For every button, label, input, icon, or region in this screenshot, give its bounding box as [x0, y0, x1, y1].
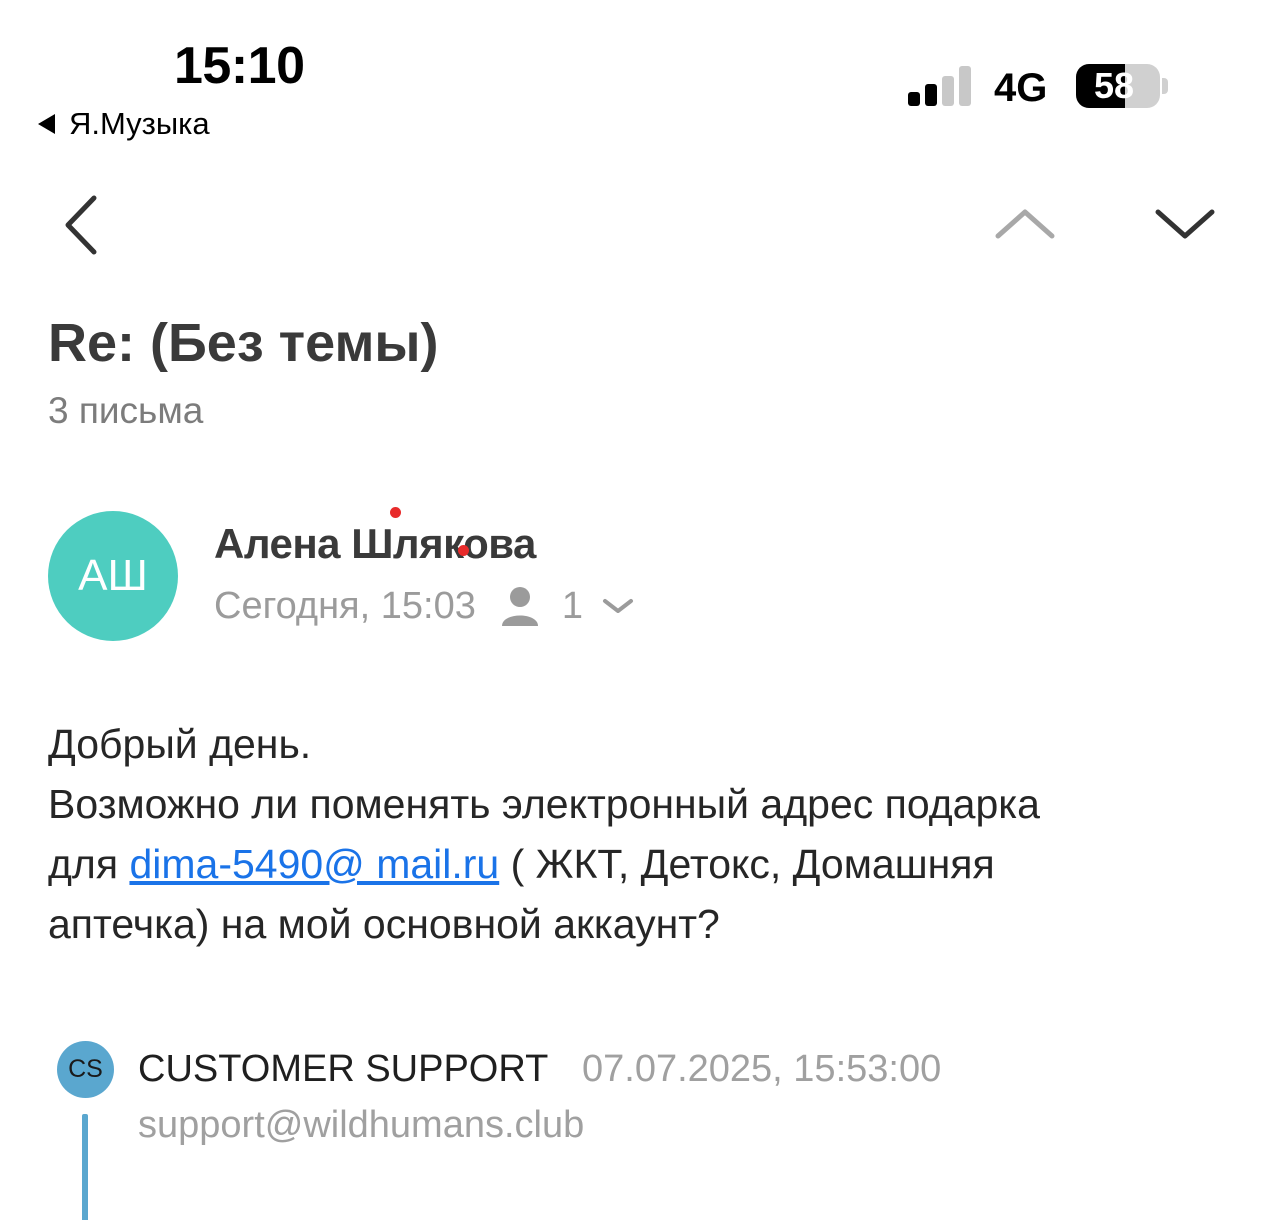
quote-bar: [82, 1114, 88, 1220]
avatar-initials: CS: [68, 1055, 103, 1083]
sender-name[interactable]: Алена Шлякова: [214, 520, 536, 568]
avatar-initials: АШ: [78, 551, 148, 600]
signal-strength-icon: [908, 66, 972, 106]
battery-icon: 58: [1076, 64, 1160, 108]
body-line: Добрый день.: [48, 721, 312, 767]
back-app-label: Я.Музыка: [69, 106, 210, 141]
chevron-left-icon[interactable]: [52, 190, 112, 260]
body-line: аптечка) на мой основной аккаунт?: [48, 901, 720, 947]
quoted-sender-email: support@wildhumans.club: [138, 1104, 585, 1146]
signal-bar: [959, 66, 971, 106]
network-type: 4G: [994, 66, 1048, 110]
sender-avatar[interactable]: АШ: [48, 511, 178, 641]
chevron-up-icon[interactable]: [992, 200, 1058, 246]
status-time: 15:10: [174, 37, 305, 95]
back-triangle-icon: [38, 114, 55, 134]
battery-level: 58: [1093, 65, 1135, 106]
body-text-fragment: ( ЖКТ, Детокс, Домашняя: [499, 841, 995, 887]
signal-bar: [942, 76, 954, 106]
thread-subject: Re: (Без темы): [48, 313, 439, 373]
battery-cap: [1162, 78, 1168, 94]
quoted-sender-avatar: CS: [57, 1041, 114, 1098]
message-count: 3 письма: [48, 390, 204, 431]
message-meta[interactable]: Сегодня, 15:03 1: [214, 584, 635, 628]
back-to-app-link[interactable]: Я.Музыка: [38, 106, 210, 142]
body-line: Возможно ли поменять электронный адрес п…: [48, 781, 1040, 827]
red-dot-marker: [458, 545, 469, 556]
chevron-down-icon[interactable]: [1152, 200, 1218, 246]
signal-bar: [908, 92, 920, 106]
signal-bar: [925, 84, 937, 106]
body-text-fragment: для: [48, 841, 130, 887]
message-date: Сегодня, 15:03: [214, 584, 476, 627]
email-link[interactable]: dima-5490@ mail.ru: [129, 841, 499, 887]
person-icon: [501, 587, 538, 626]
recipients-count: 1: [561, 584, 583, 627]
quoted-sender-name: CUSTOMER SUPPORT: [138, 1048, 549, 1090]
quoted-date: 07.07.2025, 15:53:00: [582, 1048, 942, 1090]
message-body: Добрый день. Возможно ли поменять электр…: [48, 714, 1248, 954]
red-dot-marker: [390, 507, 401, 518]
chevron-down-icon: [602, 599, 633, 613]
body-line: для dima-5490@ mail.ru ( ЖКТ, Детокс, До…: [48, 834, 1248, 894]
